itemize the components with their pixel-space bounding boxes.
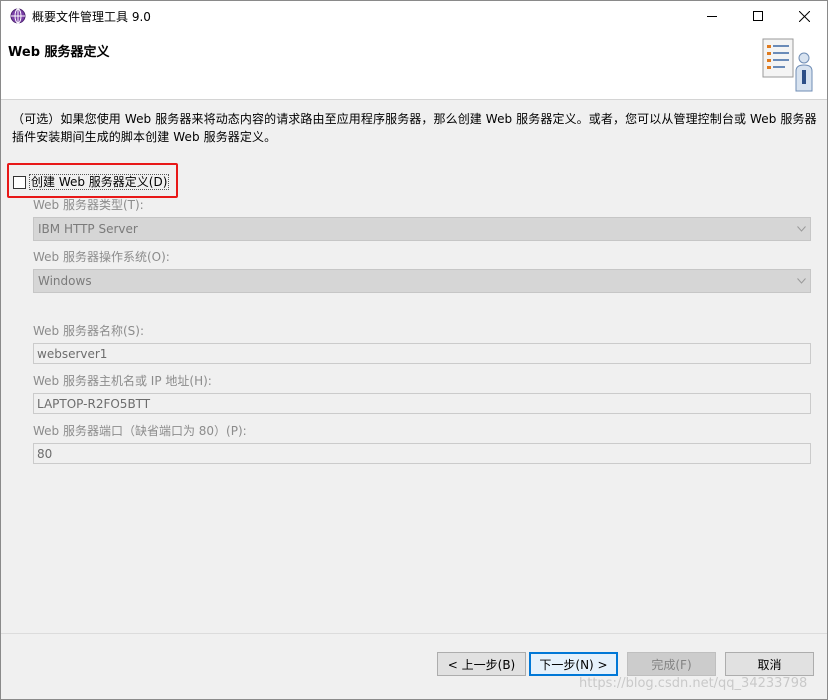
- server-name-input[interactable]: webserver1: [33, 343, 811, 364]
- close-button[interactable]: [781, 1, 827, 31]
- maximize-icon: [753, 11, 763, 21]
- server-name-value: webserver1: [37, 347, 108, 361]
- wizard-banner: Web 服务器定义: [1, 31, 827, 100]
- back-button[interactable]: < 上一步(B): [437, 652, 526, 676]
- host-value: LAPTOP-R2FO5BTT: [37, 397, 151, 411]
- server-name-label: Web 服务器名称(S):: [33, 324, 145, 338]
- close-icon: [798, 10, 810, 22]
- port-input[interactable]: 80: [33, 443, 811, 464]
- host-input[interactable]: LAPTOP-R2FO5BTT: [33, 393, 811, 414]
- server-type-value: IBM HTTP Server: [38, 222, 138, 236]
- chevron-down-icon: [797, 226, 806, 232]
- footer-separator: [1, 633, 827, 634]
- window-title: 概要文件管理工具 9.0: [32, 10, 151, 24]
- create-web-server-checkbox[interactable]: [13, 175, 26, 189]
- os-label: Web 服务器操作系统(O):: [33, 250, 170, 264]
- os-value: Windows: [38, 274, 92, 288]
- page-title: Web 服务器定义: [8, 45, 110, 60]
- minimize-icon: [707, 16, 717, 17]
- minimize-button[interactable]: [689, 1, 735, 31]
- create-web-server-checkbox-row[interactable]: 创建 Web 服务器定义(D): [13, 174, 170, 190]
- app-globe-icon: [10, 8, 26, 24]
- profile-document-icon: [759, 37, 817, 93]
- watermark-text: https://blog.csdn.net/qq_34233798: [579, 676, 808, 691]
- description-text: （可选）如果您使用 Web 服务器来将动态内容的请求路由至应用程序服务器，那么创…: [12, 110, 822, 146]
- create-web-server-label[interactable]: 创建 Web 服务器定义(D): [29, 174, 170, 190]
- description-line-1: （可选）如果您使用 Web 服务器来将动态内容的请求路由至应用程序服务器，那么创…: [12, 112, 817, 126]
- title-bar: 概要文件管理工具 9.0: [1, 1, 827, 31]
- wizard-window: 概要文件管理工具 9.0 Web 服务器定义 （可选）如果您使用 Web 服务器…: [0, 0, 828, 700]
- cancel-button[interactable]: 取消: [725, 652, 814, 676]
- finish-button[interactable]: 完成(F): [627, 652, 716, 676]
- chevron-down-icon: [797, 278, 806, 284]
- port-value: 80: [37, 447, 53, 461]
- maximize-button[interactable]: [735, 1, 781, 31]
- server-type-label: Web 服务器类型(T):: [33, 198, 144, 212]
- server-type-select[interactable]: IBM HTTP Server: [33, 217, 811, 241]
- os-select[interactable]: Windows: [33, 269, 811, 293]
- description-line-2: 插件安装期间生成的脚本创建 Web 服务器定义。: [12, 130, 277, 144]
- port-label: Web 服务器端口（缺省端口为 80）(P):: [33, 424, 247, 438]
- next-button[interactable]: 下一步(N) >: [529, 652, 618, 676]
- host-label: Web 服务器主机名或 IP 地址(H):: [33, 374, 212, 388]
